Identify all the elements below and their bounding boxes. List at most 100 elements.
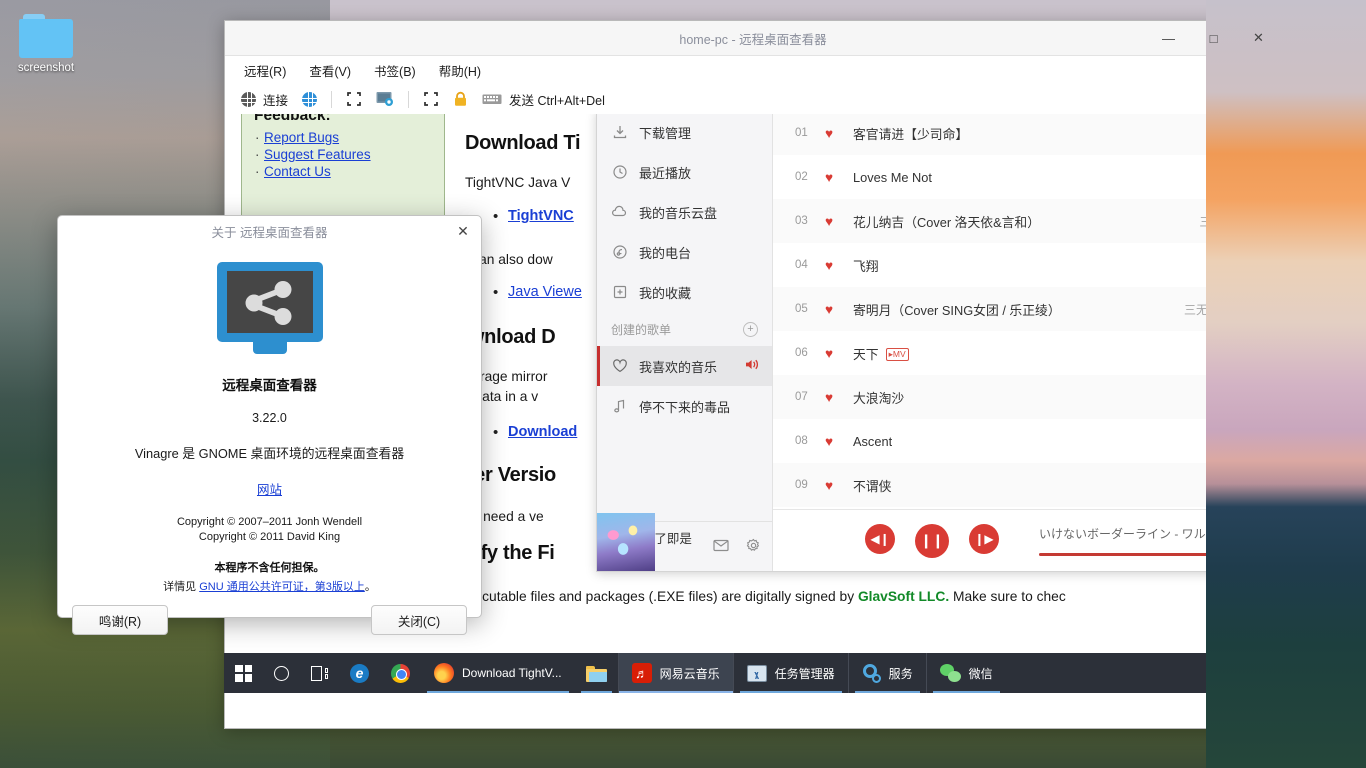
sidebar-item-recent-played[interactable]: 最近播放 xyxy=(597,152,772,192)
heart-icon[interactable]: ♥ xyxy=(825,302,853,317)
table-row[interactable]: 09 ♥ 不谓侠 萧忆情Alex xyxy=(773,463,1281,507)
credits-button[interactable]: 鸣谢(R) xyxy=(72,605,168,635)
song-number: 07 xyxy=(795,391,825,403)
menu-bookmarks[interactable]: 书签(B) xyxy=(365,58,425,83)
heart-icon[interactable]: ♥ xyxy=(825,434,853,449)
download-dfmirage-link[interactable]: Download xyxy=(508,424,577,440)
send-ctrl-alt-del-button[interactable]: 发送 Ctrl+Alt+Del xyxy=(475,87,612,112)
table-row[interactable]: 04 ♥ 飞翔 李娜 xyxy=(773,243,1281,287)
menu-remote[interactable]: 远程(R) xyxy=(235,58,295,83)
desktop-background: screenshot home-pc - 远程桌面查看器 — □ ✕ 远程(R)… xyxy=(0,0,1366,768)
suggest-features-link[interactable]: Suggest Features xyxy=(264,147,371,162)
progress-knob[interactable] xyxy=(1234,549,1245,560)
taskbar-item-firefox[interactable]: Download TightV... xyxy=(421,653,575,693)
song-list[interactable]: 01 ♥ 客官请进【少司命】 少司命 02 ♥ Loves Me Not t.A… xyxy=(773,114,1281,509)
taskbar-item-chrome[interactable] xyxy=(380,653,421,693)
sidebar-item-music-cloud[interactable]: 我的音乐云盘 xyxy=(597,192,772,232)
sidebar-item-my-radio[interactable]: 我的电台 xyxy=(597,232,772,272)
new-connection-button[interactable] xyxy=(295,89,324,110)
menu-view[interactable]: 查看(V) xyxy=(300,58,360,83)
progress-slider[interactable] xyxy=(1039,553,1266,556)
song-number: 08 xyxy=(795,435,825,447)
copyright-line-1: Copyright © 2007–2011 Jonh Wendell xyxy=(177,516,362,528)
screenshot-icon xyxy=(376,91,394,107)
desktop-icon-screenshot[interactable]: screenshot xyxy=(16,14,76,74)
java-viewer-link[interactable]: Java Viewe xyxy=(508,284,582,300)
table-row[interactable]: 08 ♥ Ascent Teminite xyxy=(773,419,1281,463)
sidebar-item-download-manager[interactable]: 下载管理 xyxy=(597,114,772,152)
heart-icon[interactable]: ♥ xyxy=(825,214,853,229)
copyright-line-2: Copyright © 2011 David King xyxy=(199,531,340,543)
plus-icon[interactable]: + xyxy=(743,322,758,337)
list-item: Report Bugs xyxy=(264,130,432,145)
table-row[interactable]: 06 ♥ 天下▸MV 张杰 xyxy=(773,331,1281,375)
taskbar-item-wechat[interactable]: 微信 xyxy=(926,653,1006,693)
close-icon[interactable]: ✕ xyxy=(452,220,474,242)
window-titlebar[interactable]: home-pc - 远程桌面查看器 — □ ✕ xyxy=(225,21,1281,56)
heart-icon[interactable]: ♥ xyxy=(825,258,853,273)
taskbar-item-file-explorer[interactable] xyxy=(575,653,618,693)
task-view-button[interactable] xyxy=(300,653,339,693)
about-dialog: 关于 远程桌面查看器 ✕ 远程桌面查看器 3.22.0 Vinagre 是 GN… xyxy=(57,215,482,618)
menu-help[interactable]: 帮助(H) xyxy=(430,58,490,83)
taskbar-item-edge[interactable]: e xyxy=(339,653,380,693)
mail-icon[interactable] xyxy=(713,539,729,555)
minimize-button[interactable]: — xyxy=(1146,21,1191,55)
contact-us-link[interactable]: Contact Us xyxy=(264,164,331,179)
license-link[interactable]: GNU 通用公共许可证，第3版以上 xyxy=(199,581,365,593)
heart-icon[interactable]: ♥ xyxy=(825,390,853,405)
maximize-button[interactable]: □ xyxy=(1191,21,1236,55)
song-title: 花儿纳吉（Cover 洛天依&言和） xyxy=(853,212,1040,231)
now-playing-info: いけないボーダーライン - ワルキューレ xyxy=(1039,525,1281,556)
table-row[interactable]: 05 ♥ 寄明月（Cover SING女团 / 乐正绫） 三无MarBlue/冷 xyxy=(773,287,1281,331)
taskbar-item-netease-music[interactable]: ♬ 网易云音乐 xyxy=(618,653,733,693)
dialog-body: 远程桌面查看器 3.22.0 Vinagre 是 GNOME 桌面环境的远程桌面… xyxy=(58,246,481,594)
heart-icon[interactable]: ♥ xyxy=(825,478,853,493)
album-cover-art[interactable] xyxy=(597,513,655,571)
song-artist: 三无MarBlue xyxy=(1185,213,1268,230)
table-row[interactable]: 02 ♥ Loves Me Not t.A.T.u. xyxy=(773,155,1281,199)
speaker-icon xyxy=(745,358,760,374)
heart-icon[interactable]: ♥ xyxy=(825,346,853,361)
table-row[interactable]: 03 ♥ 花儿纳吉（Cover 洛天依&言和） 三无MarBlue xyxy=(773,199,1281,243)
taskbar-item-label: 任务管理器 xyxy=(775,665,835,682)
keyboard-icon xyxy=(482,92,502,106)
gear-icon[interactable] xyxy=(746,538,761,556)
fullscreen-button[interactable] xyxy=(339,88,369,110)
tightvnc-java-link[interactable]: TightVNC xyxy=(508,208,574,224)
sidebar-item-label: 我的收藏 xyxy=(639,283,691,302)
website-link[interactable]: 网站 xyxy=(257,479,282,498)
sidebar-playlist-addictive[interactable]: 停不下来的毒品 xyxy=(597,386,772,426)
pause-icon[interactable]: ❙❙ xyxy=(915,524,949,558)
next-track-icon[interactable]: ❙▶ xyxy=(969,524,999,554)
taskbar-item-task-manager[interactable]: 任务管理器 xyxy=(733,653,848,693)
sidebar-item-my-collection[interactable]: 我的收藏 xyxy=(597,272,772,312)
cortana-search-button[interactable] xyxy=(263,653,300,693)
edge-icon: e xyxy=(350,664,369,683)
report-bugs-link[interactable]: Report Bugs xyxy=(264,130,339,145)
mv-badge[interactable]: ▸MV xyxy=(886,348,909,361)
heart-icon[interactable]: ♥ xyxy=(825,170,853,185)
send-keys-label: 发送 Ctrl+Alt+Del xyxy=(509,90,605,109)
download-icon xyxy=(611,124,628,141)
scaling-button[interactable] xyxy=(416,88,446,110)
start-button[interactable] xyxy=(224,653,263,693)
feedback-links: Report Bugs Suggest Features Contact Us xyxy=(254,130,432,179)
song-title: 天下▸MV xyxy=(853,344,909,363)
sidebar-playlist-favorites[interactable]: 我喜欢的音乐 xyxy=(597,346,772,386)
desktop-icon-label: screenshot xyxy=(16,62,76,74)
table-row[interactable]: 01 ♥ 客官请进【少司命】 少司命 xyxy=(773,114,1281,155)
heart-icon[interactable]: ♥ xyxy=(825,126,853,141)
table-row[interactable]: 07 ♥ 大浪淘沙 玄觞 xyxy=(773,375,1281,419)
previous-track-icon[interactable]: ◀❙ xyxy=(865,524,895,554)
verify-text-after: Make sure to chec xyxy=(949,589,1066,604)
taskbar-item-services[interactable]: 服务 xyxy=(848,653,926,693)
sidebar-nav-section: 下载管理 最近播放 xyxy=(597,114,772,312)
lock-button[interactable] xyxy=(446,88,475,110)
list-item: Download xyxy=(508,424,577,440)
close-dialog-button[interactable]: 关闭(C) xyxy=(371,605,467,635)
connect-button[interactable]: 连接 xyxy=(234,87,295,112)
screenshot-button[interactable] xyxy=(369,88,401,110)
close-button[interactable]: ✕ xyxy=(1236,21,1281,55)
dialog-titlebar[interactable]: 关于 远程桌面查看器 ✕ xyxy=(58,216,481,246)
